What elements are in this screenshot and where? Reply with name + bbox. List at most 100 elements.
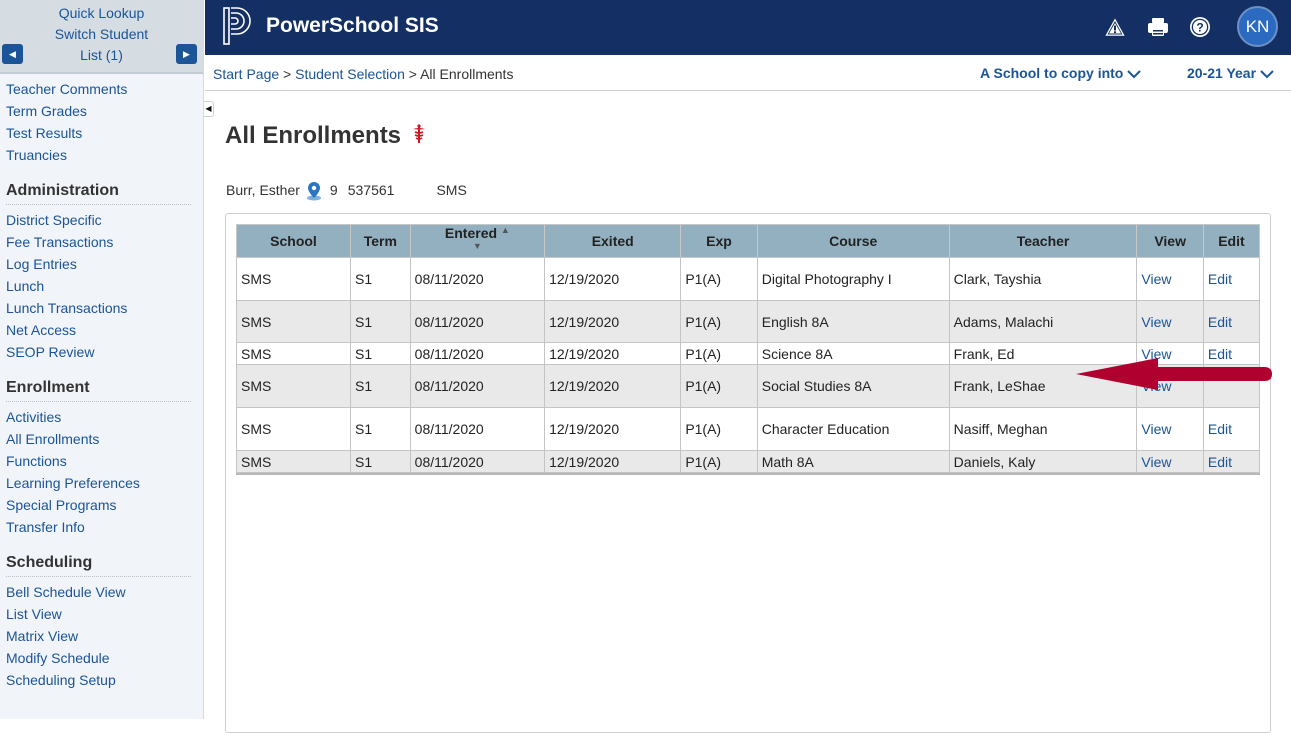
school-dropdown[interactable]: A School to copy into	[980, 65, 1142, 81]
view-link[interactable]: View	[1141, 421, 1171, 437]
cell-exp: P1(A)	[680, 407, 758, 451]
cell-course: Science 8A	[756, 342, 950, 365]
breadcrumb-start-page[interactable]: Start Page	[213, 66, 279, 82]
cell-exited: 12/19/2020	[544, 342, 682, 365]
sidebar-item-bell-schedule-view[interactable]: Bell Schedule View	[6, 584, 126, 600]
print-icon[interactable]	[1146, 15, 1170, 39]
column-header-course: Course	[756, 224, 950, 258]
sidebar-section-enrollment: Enrollment Activities All Enrollments Fu…	[0, 379, 203, 538]
sidebar-item-scheduling-setup[interactable]: Scheduling Setup	[6, 672, 116, 688]
cell-term: S1	[350, 407, 411, 451]
next-student-button[interactable]: ▶	[176, 44, 197, 64]
year-dropdown[interactable]: 20-21 Year	[1187, 65, 1274, 81]
powerschool-logo-icon[interactable]	[222, 7, 256, 45]
sidebar-item-lunch-transactions[interactable]: Lunch Transactions	[6, 300, 127, 316]
student-navigation: Quick Lookup Switch Student List (1) ◀ ▶	[0, 0, 203, 74]
column-header-teacher: Teacher	[948, 224, 1138, 258]
cell-entered: 08/11/2020	[409, 300, 546, 343]
sidebar-item-seop-review[interactable]: SEOP Review	[6, 344, 94, 360]
edit-link[interactable]: Edit	[1208, 454, 1232, 470]
breadcrumb-separator: >	[408, 66, 417, 82]
column-header-term: Term	[350, 224, 411, 258]
quick-lookup-link[interactable]: Quick Lookup	[0, 3, 203, 24]
view-link[interactable]: View	[1141, 271, 1171, 287]
cell-view: View	[1136, 407, 1204, 451]
sidebar-item-learning-preferences[interactable]: Learning Preferences	[6, 475, 140, 491]
sidebar-heading: Administration	[6, 182, 191, 205]
cell-school: SMS	[236, 300, 351, 343]
column-header-edit: Edit	[1202, 224, 1261, 258]
view-link[interactable]: View	[1141, 454, 1171, 470]
column-header-entered[interactable]: Entered ▲ ▼	[409, 224, 546, 258]
sidebar-item-truancies[interactable]: Truancies	[6, 147, 67, 163]
sidebar-item-term-grades[interactable]: Term Grades	[6, 103, 87, 119]
caduceus-icon[interactable]	[412, 124, 426, 144]
sidebar-item-all-enrollments[interactable]: All Enrollments	[6, 431, 99, 447]
caret-left-icon: ◀	[205, 104, 212, 113]
annotation-arrow-icon	[1076, 358, 1272, 390]
sidebar-item-district-specific[interactable]: District Specific	[6, 212, 102, 228]
sidebar-section-administration: Administration District Specific Fee Tra…	[0, 182, 203, 363]
cell-school: SMS	[236, 342, 351, 365]
cell-exited: 12/19/2020	[544, 300, 682, 343]
breadcrumb-student-selection[interactable]: Student Selection	[295, 66, 405, 82]
student-list-link[interactable]: List (1)	[0, 45, 203, 66]
column-header-exited: Exited	[544, 224, 682, 258]
sidebar-heading: Scheduling	[6, 554, 191, 577]
user-avatar[interactable]: KN	[1237, 6, 1278, 47]
previous-student-button[interactable]: ◀	[2, 44, 23, 64]
cell-term: S1	[350, 300, 411, 343]
sidebar-item-functions[interactable]: Functions	[6, 453, 67, 469]
cell-exited: 12/19/2020	[544, 450, 682, 473]
cell-course: Social Studies 8A	[756, 364, 950, 408]
warning-icon[interactable]	[1103, 15, 1127, 39]
sidebar-item-net-access[interactable]: Net Access	[6, 322, 76, 338]
view-link[interactable]: View	[1141, 314, 1171, 330]
collapse-sidebar-button[interactable]: ◀	[204, 101, 214, 117]
switch-student-link[interactable]: Switch Student	[0, 24, 203, 45]
enrollments-table: School Term Entered ▲ ▼ Exited Exp Course…	[236, 224, 1261, 473]
sidebar-item-list-view[interactable]: List View	[6, 606, 62, 622]
student-school: SMS	[436, 181, 467, 198]
svg-text:?: ?	[1196, 21, 1203, 35]
cell-course: English 8A	[756, 300, 950, 343]
sidebar-item-fee-transactions[interactable]: Fee Transactions	[6, 234, 113, 250]
sidebar-item-test-results[interactable]: Test Results	[6, 125, 82, 141]
chevron-down-icon	[1127, 70, 1142, 79]
cell-term: S1	[350, 257, 411, 301]
chevron-down-icon	[1260, 70, 1274, 79]
cell-school: SMS	[236, 407, 351, 451]
sidebar-item-special-programs[interactable]: Special Programs	[6, 497, 117, 513]
location-pin-icon[interactable]	[306, 181, 322, 201]
cell-course: Math 8A	[756, 450, 950, 473]
student-grade: 9	[329, 181, 338, 198]
brand-title: PowerSchool SIS	[266, 14, 439, 37]
edit-link[interactable]: Edit	[1208, 271, 1232, 287]
page-title: All Enrollments	[225, 122, 426, 150]
cell-edit: Edit	[1202, 407, 1261, 451]
sidebar-item-activities[interactable]: Activities	[6, 409, 61, 425]
sidebar-item-modify-schedule[interactable]: Modify Schedule	[6, 650, 110, 666]
cell-entered: 08/11/2020	[409, 364, 546, 408]
sidebar-item-teacher-comments[interactable]: Teacher Comments	[6, 81, 127, 97]
cell-exited: 12/19/2020	[544, 364, 682, 408]
cell-view: View	[1136, 450, 1204, 473]
sidebar-section-scheduling: Scheduling Bell Schedule View List View …	[0, 554, 203, 691]
cell-term: S1	[350, 342, 411, 365]
cell-exited: 12/19/2020	[544, 257, 682, 301]
edit-link[interactable]: Edit	[1208, 421, 1232, 437]
cell-teacher: Daniels, Kaly	[948, 450, 1138, 473]
table-row: SMS S1 08/11/2020 12/19/2020 P1(A) English 8A…	[236, 300, 1261, 343]
sidebar-item-lunch[interactable]: Lunch	[6, 278, 44, 294]
sidebar-top-list: Teacher Comments Term Grades Test Result…	[0, 74, 203, 166]
sidebar-item-log-entries[interactable]: Log Entries	[6, 256, 77, 272]
breadcrumb: Start Page > Student Selection > All Enr…	[213, 66, 513, 82]
cell-school: SMS	[236, 364, 351, 408]
breadcrumb-bar: Start Page > Student Selection > All Enr…	[205, 55, 1291, 91]
cell-school: SMS	[236, 450, 351, 473]
help-icon[interactable]: ?	[1188, 15, 1212, 39]
sidebar-item-transfer-info[interactable]: Transfer Info	[6, 519, 85, 535]
edit-link[interactable]: Edit	[1208, 314, 1232, 330]
caret-left-icon: ◀	[9, 49, 16, 59]
sidebar-item-matrix-view[interactable]: Matrix View	[6, 628, 78, 644]
